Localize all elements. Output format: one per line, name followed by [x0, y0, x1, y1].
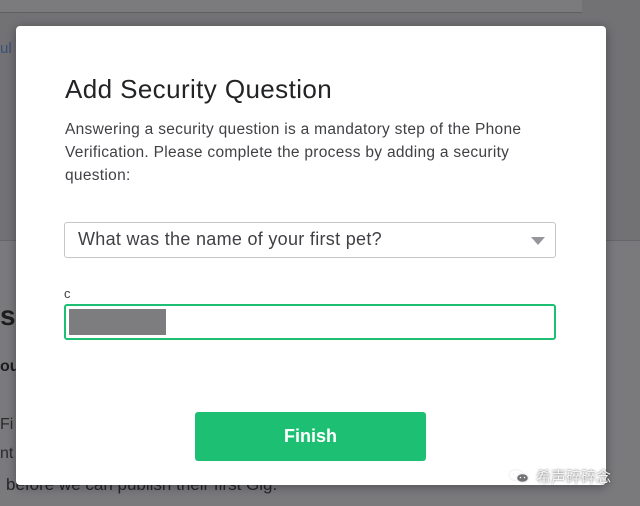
modal-description: Answering a security question is a manda… [65, 121, 522, 184]
finish-button[interactable]: Finish [195, 412, 426, 461]
background-text-fragment: nt [0, 445, 14, 462]
background-link-fragment: ul [0, 40, 12, 57]
redacted-answer-block [69, 309, 166, 335]
answer-label: c [64, 286, 71, 301]
caret-down-icon [531, 237, 545, 245]
watermark-text: 希声碎碎念 [536, 468, 612, 486]
answer-input[interactable] [64, 304, 556, 340]
background-text-fragment: Fi [0, 416, 14, 433]
security-question-modal: Add Security Question Answering a securi… [16, 26, 606, 485]
security-question-select[interactable]: What was the name of your first pet? [64, 222, 556, 258]
watermark: 希声碎碎念 [508, 466, 611, 486]
background-heading-fragment: s [0, 300, 16, 331]
background-top-panel [0, 0, 582, 13]
wechat-icon [508, 468, 530, 484]
select-value: What was the name of your first pet? [78, 229, 382, 249]
modal-title: Add Security Question [65, 74, 333, 104]
